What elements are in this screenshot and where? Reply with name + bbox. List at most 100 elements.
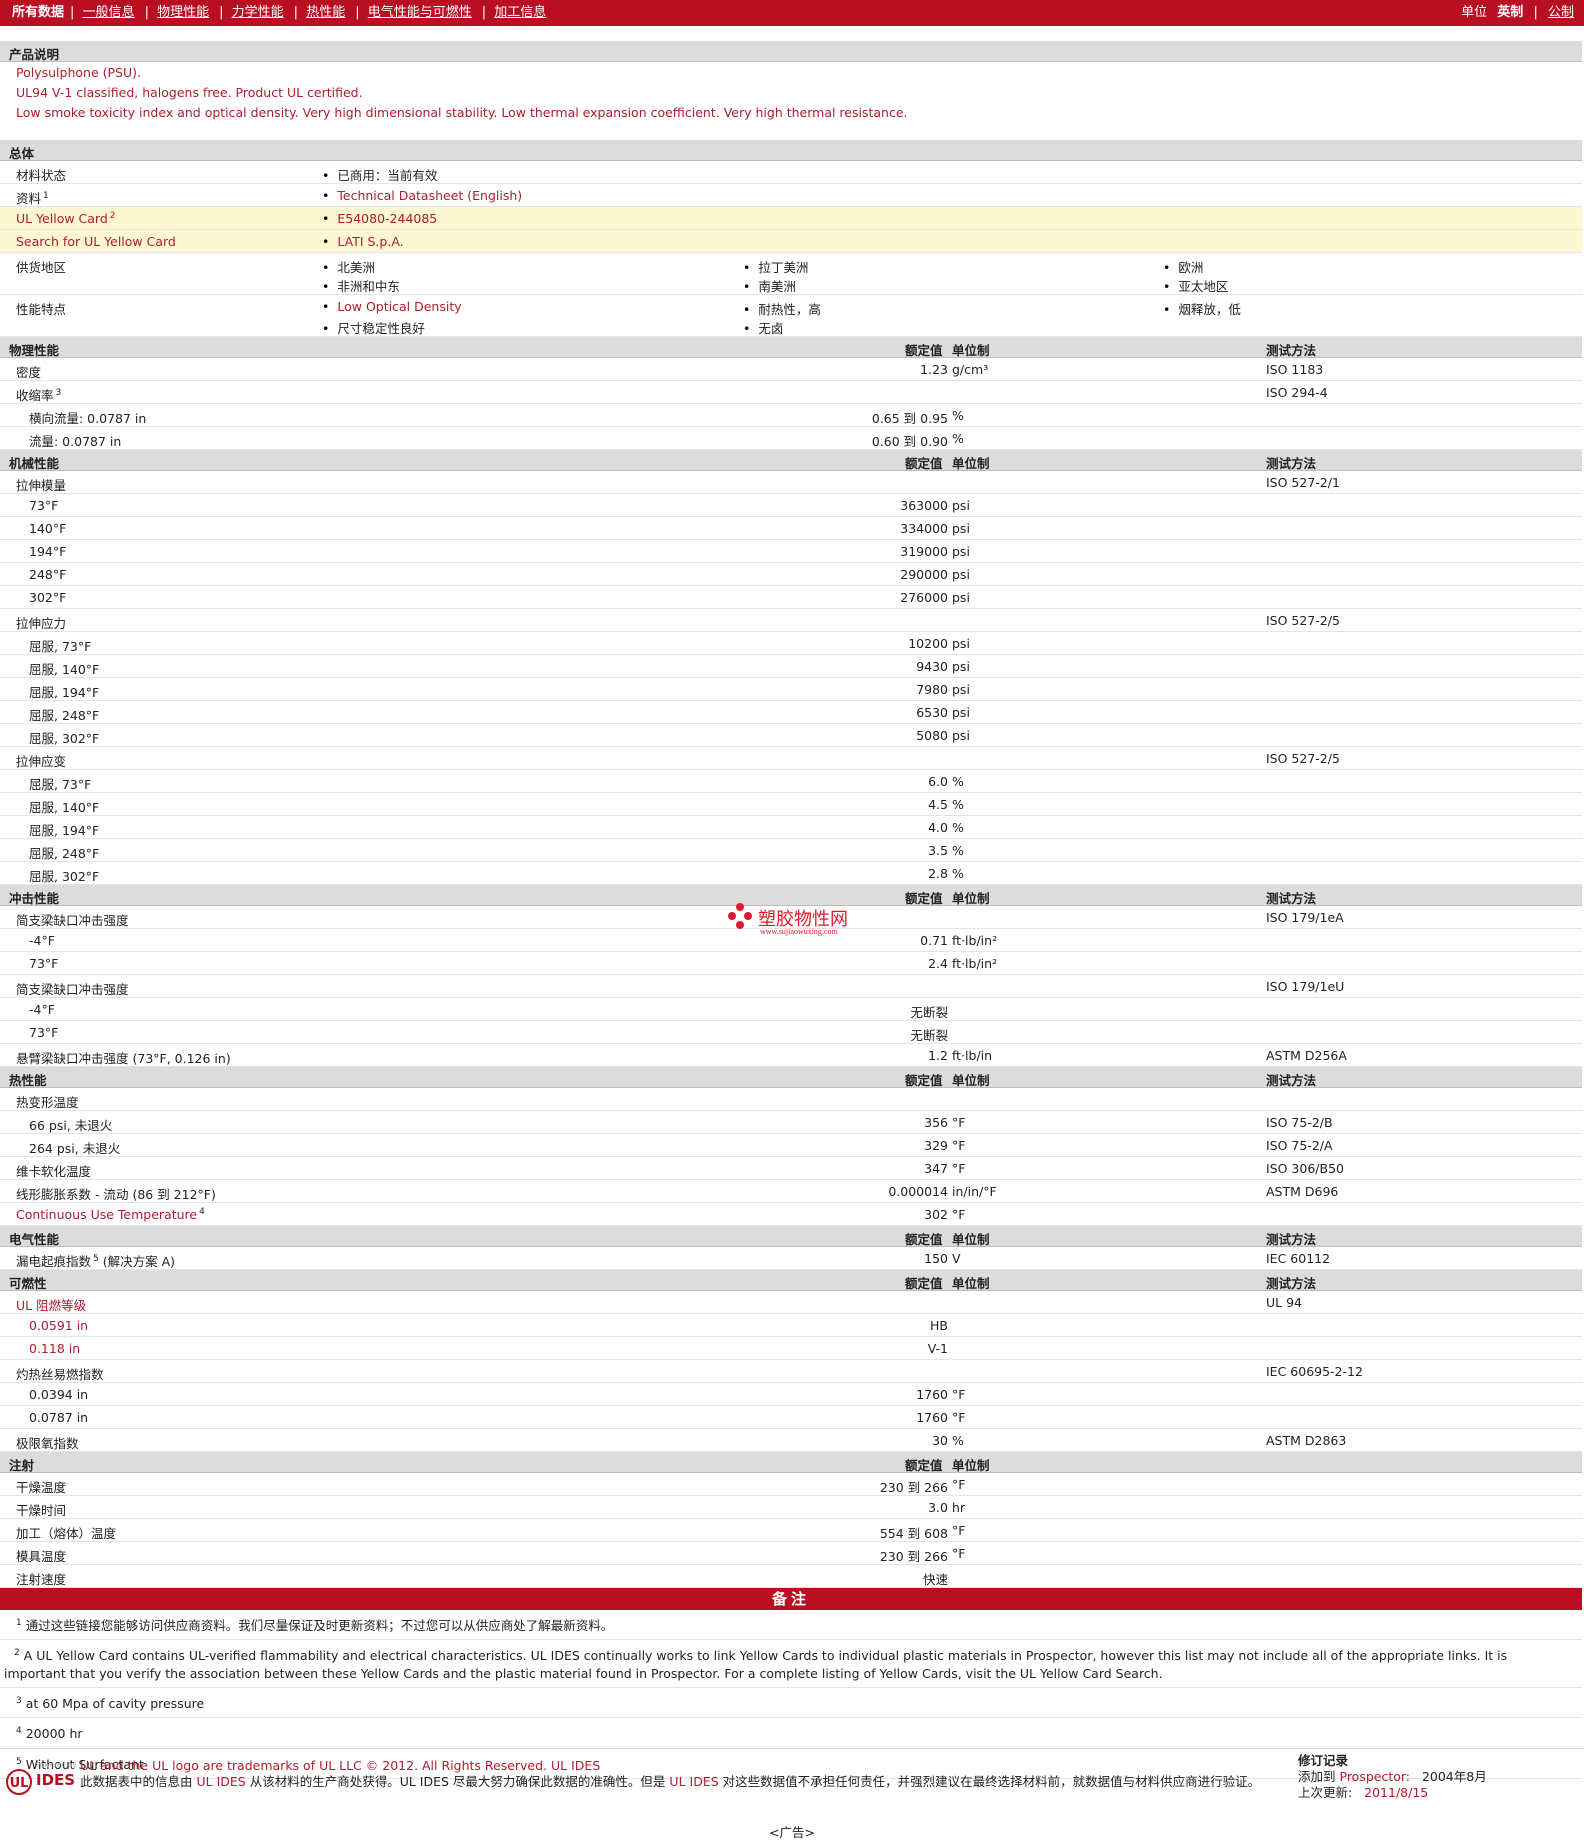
shrinkage-sub-row: 流量: 0.0787 in 0.60 到 0.90 % [0, 427, 1582, 450]
row-value: 230 到 266 [879, 1549, 948, 1564]
page: 所有数据 | 一般信息 | 物理性能 | 力学性能 | 热性能 | 电气性能与可燃性 | 加… [0, 0, 1584, 1840]
section-product-description: 产品说明 [0, 41, 1582, 62]
search-ul-card-row: Search for UL Yellow Card LATI S.p.A. [0, 230, 1582, 253]
row-label: 模具温度 [16, 1549, 67, 1564]
gwfi-sub-row: 0.0394 in 1760 °F [0, 1383, 1582, 1406]
row-label: 热变形温度 [16, 1095, 79, 1110]
row-label: 横向流量: 0.0787 in [29, 411, 147, 426]
section-thermal: 热性能 额定值 单位制 测试方法 [0, 1067, 1582, 1088]
row-value: 329 [924, 1138, 948, 1153]
tab-mechanical[interactable]: 力学性能 [232, 5, 284, 20]
row-value: 6530 [916, 705, 948, 720]
row-value: HB [930, 1318, 948, 1333]
row-label: 140°F [29, 521, 67, 536]
gwfi-sub-row: 0.0787 in 1760 °F [0, 1406, 1582, 1429]
row-value: 10200 [908, 636, 948, 651]
row-test: ISO 179/1eA [1266, 910, 1344, 925]
row-value: 4.0 [928, 820, 948, 835]
density-row: 密度 1.23 g/cm³ ISO 1183 [0, 358, 1582, 381]
row-value: 无断裂 [910, 1028, 948, 1043]
tensile-stress-sub-row: 屈服, 73°F 10200 psi [0, 632, 1582, 655]
ul-logo-icon: UL [6, 1769, 32, 1795]
ul-rating-row: UL 阻燃等级 UL 94 [0, 1291, 1582, 1314]
row-label: 线形膨胀系数 - 流动 (86 到 212°F) [16, 1187, 216, 1202]
prospector-link[interactable]: Prospector: [1340, 1769, 1411, 1784]
tensile-modulus-sub-row: 248°F 290000 psi [0, 563, 1582, 586]
row-value: 319000 [900, 544, 948, 559]
row-unit: psi [952, 659, 970, 674]
row-unit: °F [952, 1115, 966, 1130]
row-value: 快速 [922, 1572, 948, 1587]
tab-all-data[interactable]: 所有数据 [12, 5, 64, 20]
section-injection: 注射 额定值 单位制 [0, 1452, 1582, 1473]
row-value: 3.5 [928, 843, 948, 858]
unit-english-button[interactable]: 英制 [1497, 5, 1523, 20]
row-label: 干燥时间 [16, 1503, 67, 1518]
row-label: 屈服, 248°F [29, 846, 100, 861]
technical-datasheet-link[interactable]: Technical Datasheet (English) [322, 188, 522, 203]
row-value: 30 [932, 1433, 948, 1448]
feature-item: 尺寸稳定性良好 [322, 318, 425, 337]
row-unit: hr [952, 1500, 966, 1515]
footer-disclaimer: UL and the UL logo are trademarks of UL … [80, 1758, 1261, 1789]
row-label: 维卡软化温度 [16, 1164, 92, 1179]
row-unit: psi [952, 728, 970, 743]
region-item: 非洲和中东 [322, 276, 400, 295]
header-unit: 单位制 [952, 1073, 990, 1088]
tab-electrical-flammability[interactable]: 电气性能与可燃性 [368, 5, 472, 20]
tab-physical[interactable]: 物理性能 [157, 5, 209, 20]
note-number: 2 [14, 1648, 20, 1659]
row-label: 收缩率 3 [16, 387, 62, 403]
charpy-unnotched-row: 简支梁缺口冲击强度 ISO 179/1eU [0, 975, 1582, 998]
section-title: 总体 [9, 146, 35, 161]
header-test: 测试方法 [1266, 456, 1317, 471]
loi-row: 极限氧指数 30 % ASTM D2863 [0, 1429, 1582, 1452]
tab-general-info[interactable]: 一般信息 [83, 5, 135, 20]
ul-ides-link[interactable]: UL IDES [669, 1774, 718, 1789]
shrinkage-sub-row: 横向流量: 0.0787 in 0.65 到 0.95 % [0, 404, 1582, 427]
header-value: 额定值 [905, 1276, 943, 1291]
row-label: 性能特点 [16, 302, 67, 317]
row-label: Search for UL Yellow Card [16, 234, 176, 249]
tensile-modulus-rows: 73°F 363000 psi 140°F 334000 psi 194°F 319000 ps… [0, 494, 1582, 609]
unit-metric-link[interactable]: 公制 [1548, 5, 1574, 20]
row-label: -4°F [29, 1002, 55, 1017]
row-label: 供货地区 [16, 260, 67, 275]
note-item: 4 20000 hr [0, 1718, 1582, 1749]
header-value: 额定值 [905, 1073, 943, 1088]
tensile-stress-sub-row: 屈服, 194°F 7980 psi [0, 678, 1582, 701]
ul-rating-sub-row: 0.0591 in HB [0, 1314, 1582, 1337]
row-unit: % [952, 408, 964, 423]
top-nav-bar: 所有数据 | 一般信息 | 物理性能 | 力学性能 | 热性能 | 电气性能与可燃性 | 加… [0, 0, 1584, 26]
header-value: 额定值 [905, 456, 943, 471]
row-label: 屈服, 73°F [29, 777, 92, 792]
row-value: 0.65 到 0.95 [871, 411, 948, 426]
feature-item: Low Optical Density [322, 299, 461, 314]
ul-yellow-card-link[interactable]: E54080-244085 [322, 211, 437, 226]
row-unit: ft·lb/in² [952, 956, 998, 971]
row-unit: % [952, 1433, 964, 1448]
row-label: 194°F [29, 544, 67, 559]
header-test: 测试方法 [1266, 1232, 1317, 1247]
row-test: ISO 294-4 [1266, 385, 1328, 400]
ul-ides-link[interactable]: UL IDES [551, 1758, 600, 1773]
injection-row: 干燥时间 3.0 hr [0, 1496, 1582, 1519]
tab-thermal[interactable]: 热性能 [306, 5, 345, 20]
features-row: 性能特点 Low Optical Density 耐热性，高 烟释放，低 尺寸稳… [0, 295, 1582, 337]
supplier-link[interactable]: LATI S.p.A. [322, 234, 403, 249]
header-unit: 单位制 [952, 891, 990, 906]
note-item: 1 通过这些链接您能够访问供应商资料。我们尽量保证及时更新资料；不过您可以从供应商… [0, 1610, 1582, 1641]
section-general: 总体 [0, 140, 1582, 161]
row-unit: % [952, 866, 964, 881]
header-value: 额定值 [905, 891, 943, 906]
header-unit: 单位制 [952, 343, 990, 358]
tensile-stress-rows: 屈服, 73°F 10200 psi 屈服, 140°F 9430 psi 屈服, 194°… [0, 632, 1582, 747]
tab-processing[interactable]: 加工信息 [494, 5, 546, 20]
row-label: 悬臂梁缺口冲击强度 (73°F, 0.126 in) [16, 1051, 231, 1066]
tensile-stress-sub-row: 屈服, 302°F 5080 psi [0, 724, 1582, 747]
vicat-row: 维卡软化温度 347 °F ISO 306/B50 [0, 1157, 1582, 1180]
row-unit: °F [952, 1138, 966, 1153]
row-test: ASTM D256A [1266, 1048, 1347, 1063]
ul-ides-link[interactable]: UL IDES [197, 1774, 246, 1789]
injection-row: 加工（熔体）温度 554 到 608 °F [0, 1519, 1582, 1542]
